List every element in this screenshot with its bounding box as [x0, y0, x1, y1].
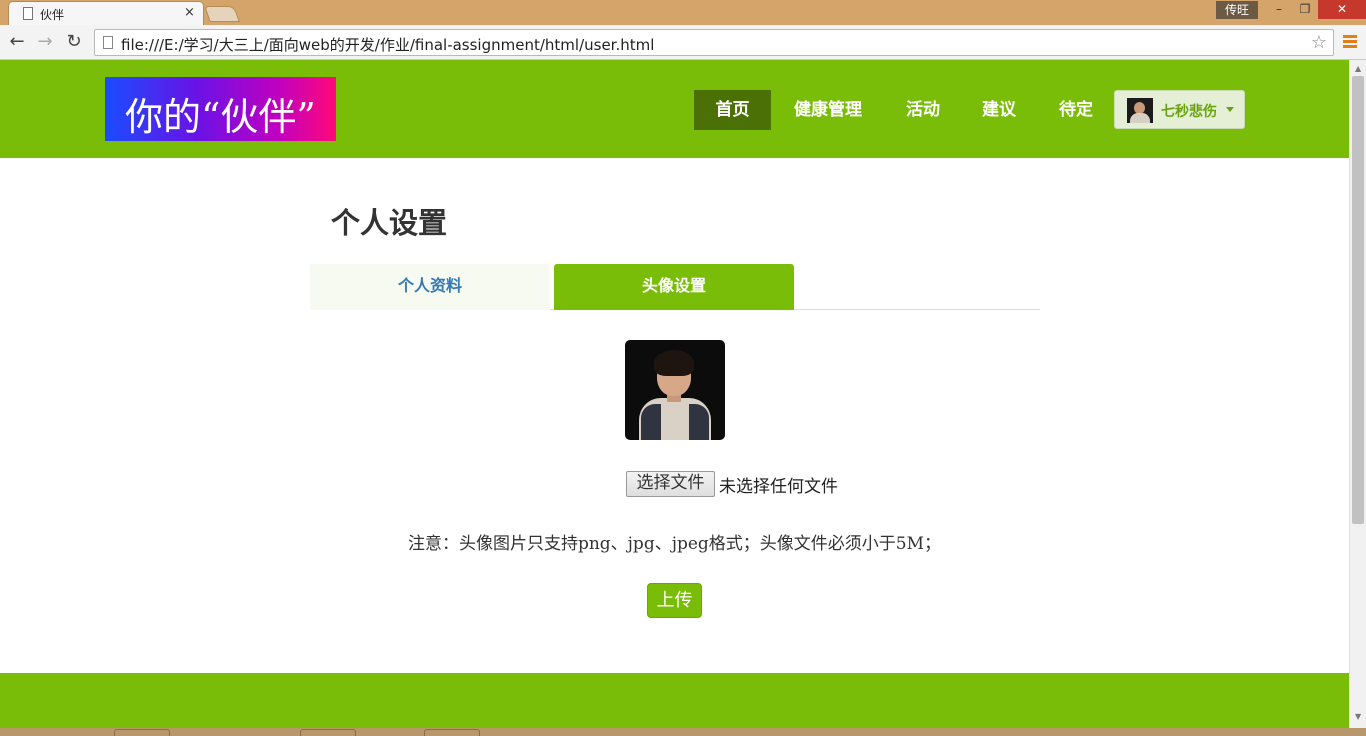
bookmark-star-icon[interactable]: ☆ — [1311, 32, 1327, 53]
nav-item-activity[interactable]: 活动 — [898, 90, 948, 130]
tab-title: 伙伴 — [40, 8, 65, 22]
username: 七秒悲伤 — [1161, 104, 1217, 120]
site-header: 你的“伙伴” 首页 健康管理 活动 建议 待定 七秒悲伤 — [0, 60, 1349, 158]
os-taskbar — [0, 728, 1366, 736]
nav-item-health[interactable]: 健康管理 — [784, 90, 872, 130]
reload-icon[interactable]: ↻ — [63, 31, 85, 52]
taskbar-app[interactable] — [424, 729, 480, 736]
nav-item-advice[interactable]: 建议 — [974, 90, 1024, 130]
document-icon — [23, 7, 33, 20]
tab-avatar-settings[interactable]: 头像设置 — [554, 264, 794, 310]
tab-profile[interactable]: 个人资料 — [310, 264, 550, 310]
vertical-scrollbar[interactable]: ▲ ▼ — [1349, 60, 1366, 728]
forward-arrow-icon[interactable]: → — [34, 31, 56, 52]
close-window-button[interactable]: ✕ — [1318, 0, 1366, 19]
settings-tabs: 个人资料 头像设置 — [310, 264, 1040, 310]
logo-text: 你的“伙伴” — [125, 95, 316, 139]
taskbar-app[interactable] — [300, 729, 356, 736]
tab-close-icon[interactable]: × — [184, 5, 195, 20]
choose-file-button[interactable]: 选择文件 — [626, 471, 715, 497]
avatar — [1127, 98, 1153, 123]
scroll-up-icon[interactable]: ▲ — [1355, 64, 1361, 73]
upload-button[interactable]: 上传 — [647, 583, 702, 618]
file-status-text: 未选择任何文件 — [719, 477, 838, 497]
browser-menu-icon[interactable] — [1343, 35, 1357, 49]
browser-titlebar: 伙伴 × 传旺 – ❐ ✕ — [0, 0, 1366, 25]
url-text[interactable]: file:///E:/学习/大三上/面向web的开发/作业/final-assi… — [121, 34, 654, 55]
page-title: 个人设置 — [331, 206, 448, 240]
maximize-button[interactable]: ❐ — [1292, 0, 1318, 19]
caret-down-icon — [1226, 107, 1234, 112]
page-viewport: 你的“伙伴” 首页 健康管理 活动 建议 待定 七秒悲伤 个人设置 个人资料 头… — [0, 60, 1349, 728]
address-bar[interactable]: file:///E:/学习/大三上/面向web的开发/作业/final-assi… — [94, 29, 1334, 56]
back-arrow-icon[interactable]: ← — [6, 31, 28, 52]
browser-tab[interactable]: 伙伴 × — [8, 1, 204, 25]
browser-toolbar: ← → ↻ file:///E:/学习/大三上/面向web的开发/作业/fina… — [0, 25, 1366, 60]
new-tab-button[interactable] — [204, 6, 240, 22]
avatar-preview — [625, 340, 725, 440]
site-logo[interactable]: 你的“伙伴” — [105, 77, 336, 141]
site-footer — [0, 673, 1349, 728]
scroll-down-icon[interactable]: ▼ — [1355, 712, 1361, 721]
minimize-button[interactable]: – — [1266, 0, 1292, 19]
upload-note: 注意：头像图片只支持png、jpg、jpeg格式；头像文件必须小于5M； — [407, 534, 942, 554]
page-icon — [103, 36, 113, 49]
user-menu-dropdown[interactable]: 七秒悲伤 — [1114, 90, 1245, 129]
scrollbar-thumb[interactable] — [1352, 76, 1364, 524]
profile-badge[interactable]: 传旺 — [1216, 1, 1258, 19]
taskbar-app[interactable] — [114, 729, 170, 736]
nav-item-home[interactable]: 首页 — [694, 90, 771, 130]
nav-item-pending[interactable]: 待定 — [1051, 90, 1101, 130]
